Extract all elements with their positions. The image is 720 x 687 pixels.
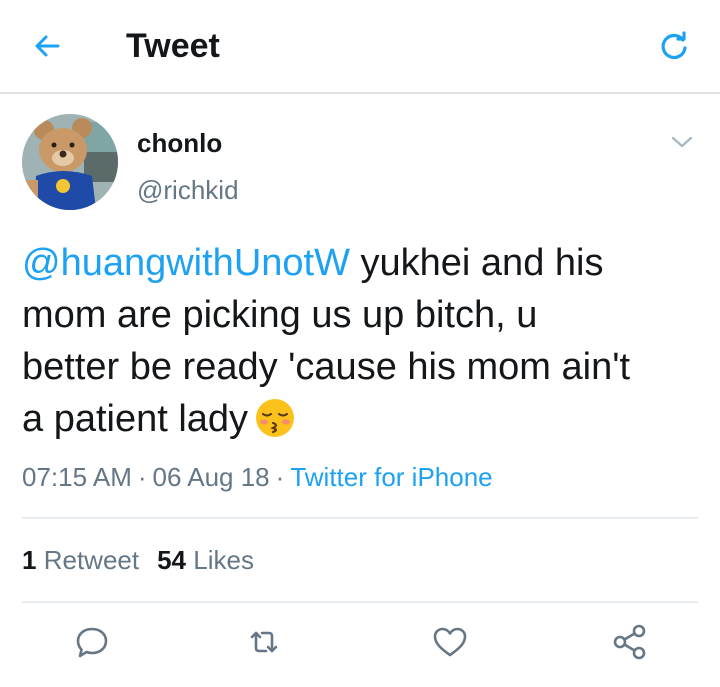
mention-link[interactable]: @huangwithUnotW	[22, 242, 350, 284]
likes-stat[interactable]: 54 Likes	[157, 545, 254, 575]
divider	[22, 517, 698, 519]
tweet-text-line4: a patient lady	[22, 398, 249, 440]
tweet-time: 07:15 AM	[22, 462, 132, 492]
back-button[interactable]	[28, 26, 68, 66]
like-button[interactable]	[430, 622, 470, 662]
refresh-icon	[661, 31, 687, 60]
author-name[interactable]: chonlo	[137, 128, 222, 158]
top-bar: Tweet	[0, 0, 720, 94]
author-handle[interactable]: @richkid	[137, 175, 239, 205]
action-bar	[0, 612, 720, 672]
divider	[22, 601, 698, 603]
chevron-down-icon	[671, 136, 693, 148]
meta-separator: ·	[137, 462, 147, 492]
tweet-text: @huangwithUnotW yukhei and his mom are p…	[22, 237, 702, 445]
refresh-button[interactable]	[654, 26, 694, 66]
tweet-text-line2: mom are picking us up bitch, u	[22, 294, 538, 336]
arrow-left-icon	[35, 35, 60, 57]
retweet-button[interactable]	[244, 622, 284, 662]
reply-icon	[76, 627, 108, 658]
tweet-meta: 07:15 AM · 06 Aug 18 · Twitter for iPhone	[22, 461, 493, 493]
retweet-label: Retweet	[43, 545, 140, 575]
tweet-text-line3: better be ready 'cause his mom ain't	[22, 346, 631, 388]
tweet-source-link[interactable]: Twitter for iPhone	[290, 462, 492, 492]
retweet-count: 1	[22, 545, 37, 575]
tweet-text-line1: yukhei and his	[349, 242, 604, 284]
tweet-date: 06 Aug 18	[152, 462, 270, 492]
retweets-stat[interactable]: 1 Retweet	[22, 545, 139, 575]
more-options-button[interactable]	[668, 130, 696, 154]
share-button[interactable]	[610, 622, 650, 662]
reply-button[interactable]	[72, 622, 112, 662]
tweet-stats: 1 Retweet 54 Likes	[22, 544, 254, 576]
meta-separator: ·	[275, 462, 285, 492]
share-icon	[613, 624, 646, 660]
like-label: Likes	[193, 545, 254, 575]
page-title: Tweet	[126, 27, 220, 65]
teddy-bear-avatar-icon	[22, 114, 118, 210]
retweet-icon	[250, 631, 278, 653]
avatar[interactable]	[22, 114, 118, 210]
like-count: 54	[157, 545, 187, 575]
kissing-face-emoji-icon	[254, 397, 296, 439]
like-icon	[433, 627, 467, 657]
